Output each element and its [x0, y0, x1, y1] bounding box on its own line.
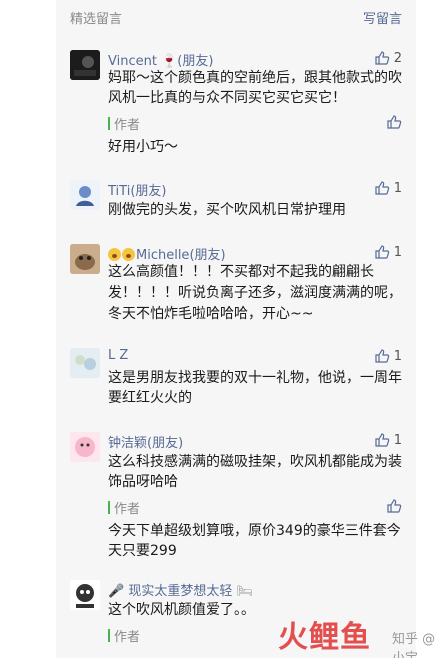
surprised-face-icon — [122, 248, 135, 261]
author-reply-label: 作者 — [108, 114, 402, 133]
surprised-face-icon — [108, 248, 121, 261]
like-count: 2 — [393, 50, 402, 66]
like-button[interactable]: 1 — [374, 348, 402, 364]
commenter-name[interactable]: TiTi(朋友) — [108, 180, 166, 199]
write-comment-link[interactable]: 写留言 — [363, 8, 402, 27]
bed-icon: 🛏 — [236, 584, 253, 599]
comment-text: 这么科技感满满的磁吸挂架，吹风机都能成为装饰品呀哈哈 — [108, 454, 402, 490]
thumbs-up-icon — [375, 433, 389, 447]
author-reply: 作者 好用小巧～ — [108, 114, 402, 157]
comment-text: 妈耶～这个颜色真的空前绝后，跟其他款式的吹风机一比真的与众不同买它买它买它！ — [108, 70, 402, 106]
comment-text: 这是男朋友找我要的双十一礼物，他说，一周年要红红火火的 — [108, 370, 402, 406]
microphone-icon: 🎤 — [108, 584, 125, 599]
like-count: 1 — [393, 244, 402, 260]
commenter-name[interactable]: 钟洁颖(朋友) — [108, 432, 183, 451]
commenter-name[interactable]: 🎤 现实太重梦想太轻 🛏 — [108, 580, 253, 599]
comments-header: 精选留言 写留言 — [70, 6, 402, 28]
like-button[interactable]: 2 — [374, 50, 402, 66]
like-button[interactable]: 1 — [374, 244, 402, 260]
thumbs-up-icon — [375, 349, 389, 363]
like-count: 1 — [393, 180, 402, 196]
like-count: 1 — [393, 432, 402, 448]
commenter-name[interactable]: Vincent 🍷(朋友) — [108, 50, 213, 69]
reply-like-icon[interactable] — [386, 114, 402, 130]
avatar[interactable] — [70, 348, 100, 378]
author-reply-label: 作者 — [108, 498, 402, 517]
thumbs-up-icon — [375, 245, 389, 259]
author-reply: 作者 今天下单超级划算哦，原价349的豪华三件套今天只要299 — [108, 498, 402, 561]
author-reply-text: 今天下单超级划算哦，原价349的豪华三件套今天只要299 — [108, 523, 401, 559]
commenter-name[interactable]: Michelle(朋友) — [108, 244, 226, 263]
like-count: 1 — [393, 348, 402, 364]
avatar[interactable] — [70, 580, 100, 610]
comment-text: 这么高颜值！！！不买都对不起我的翩翩长发！！！！听说负离子还多，滋润度满满的呢，… — [108, 264, 402, 322]
wine-glass-icon: 🍷 — [161, 54, 178, 69]
avatar[interactable] — [70, 180, 100, 210]
comment-text: 刚做完的头发，买个吹风机日常护理用 — [108, 202, 346, 218]
thumbs-up-icon — [375, 51, 389, 65]
thumbs-up-icon — [375, 181, 389, 195]
avatar[interactable] — [70, 432, 100, 462]
author-reply-text: 好用小巧～ — [108, 139, 178, 155]
watermark-logo: 火鲤鱼 — [278, 620, 371, 655]
like-button[interactable]: 1 — [374, 432, 402, 448]
comments-title: 精选留言 — [70, 11, 123, 27]
watermark-credit: 知乎 @小宝 — [392, 632, 436, 658]
like-button[interactable]: 1 — [374, 180, 402, 196]
reply-like-icon[interactable] — [386, 498, 402, 514]
avatar[interactable] — [70, 50, 100, 80]
avatar[interactable] — [70, 244, 100, 274]
comments-panel: 精选留言 写留言 Vincent 🍷(朋友) 2 妈耶～这个颜色真的空前绝后，跟… — [56, 0, 416, 658]
commenter-name[interactable]: L Z — [108, 348, 128, 363]
